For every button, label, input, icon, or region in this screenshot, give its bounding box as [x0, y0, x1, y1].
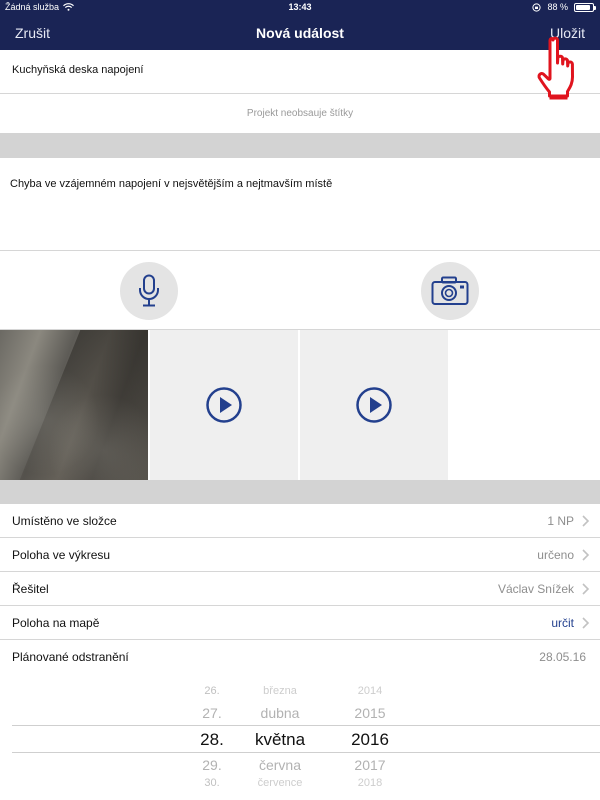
row-label: Poloha ve výkresu [12, 548, 111, 562]
rotation-lock-icon [532, 2, 542, 12]
picker-selected-option[interactable]: 2016 [335, 730, 405, 750]
folder-row[interactable]: Umístěno ve složce 1 NP [0, 504, 600, 538]
chevron-right-icon [582, 617, 590, 629]
chevron-right-icon [582, 583, 590, 595]
picker-option[interactable]: 2015 [335, 705, 405, 721]
take-photo-button[interactable] [421, 262, 479, 320]
tags-row[interactable]: Projekt neobsauje štítky [0, 95, 600, 133]
picker-option[interactable]: července [240, 777, 320, 789]
media-thumbnails [0, 330, 600, 480]
battery-percent: 88 % [547, 2, 568, 12]
photo-thumbnail[interactable] [0, 330, 150, 480]
pointing-hand-icon [537, 36, 574, 100]
video-thumbnail[interactable] [300, 330, 450, 480]
detail-list: Umístěno ve složce 1 NP Poloha ve výkres… [0, 504, 600, 674]
record-audio-button[interactable] [120, 262, 178, 320]
play-icon [356, 387, 392, 423]
status-time: 13:43 [288, 2, 312, 12]
event-name-value: Kuchyňská deska napojení [12, 64, 144, 76]
description-text: Chyba ve vzájemném napojení v nejsvětějš… [10, 178, 333, 190]
date-picker[interactable]: 26. 27. 28. 29. 30. března dubna května … [0, 676, 600, 800]
map-position-row[interactable]: Poloha na mapě určit [0, 606, 600, 640]
picker-option[interactable]: 30. [182, 777, 242, 789]
picker-option[interactable]: 27. [182, 705, 242, 721]
picker-option[interactable]: června [240, 757, 320, 773]
row-label: Umístěno ve složce [12, 514, 117, 528]
empty-thumbnail-slot [450, 330, 600, 480]
status-right: 88 % [532, 2, 596, 12]
microphone-icon [139, 274, 159, 307]
camera-icon [431, 276, 469, 305]
page-title: Nová událost [256, 25, 344, 41]
description-field[interactable]: Chyba ve vzájemném napojení v nejsvětějš… [0, 158, 600, 251]
media-actions [0, 252, 600, 330]
nav-bar: Zrušit Nová událost Uložit [0, 14, 600, 50]
picker-option[interactable]: 26. [182, 685, 242, 697]
event-name-field[interactable]: Kuchyňská deska napojení [0, 50, 600, 94]
row-value-link[interactable]: určit [551, 616, 574, 630]
assignee-row[interactable]: Řešitel Václav Snížek [0, 572, 600, 606]
chevron-right-icon [582, 515, 590, 527]
row-label: Plánované odstranění [12, 650, 129, 664]
row-value: Václav Snížek [497, 582, 574, 596]
row-value: určeno [537, 548, 574, 562]
picker-option[interactable]: 2014 [335, 685, 405, 697]
drawing-position-row[interactable]: Poloha ve výkresu určeno [0, 538, 600, 572]
picker-divider [12, 725, 600, 726]
picker-divider [12, 752, 600, 753]
picker-selected-option[interactable]: 28. [182, 730, 242, 750]
battery-fill [576, 4, 591, 10]
status-bar: Žádná služba 13:43 88 % [0, 0, 600, 14]
battery-icon [574, 2, 596, 12]
row-value: 28.05.16 [539, 650, 586, 664]
picker-selected-option[interactable]: května [240, 730, 320, 750]
tags-placeholder: Projekt neobsauje štítky [246, 108, 354, 119]
row-value: 1 NP [547, 514, 574, 528]
picker-option[interactable]: 2018 [335, 777, 405, 789]
section-separator [0, 133, 600, 158]
play-icon [206, 387, 242, 423]
picker-option[interactable]: dubna [240, 705, 320, 721]
row-label: Poloha na mapě [12, 616, 100, 630]
video-thumbnail[interactable] [150, 330, 300, 480]
section-separator [0, 480, 600, 504]
picker-option[interactable]: 29. [182, 757, 242, 773]
row-label: Řešitel [12, 582, 49, 596]
picker-option[interactable]: března [240, 685, 320, 697]
chevron-right-icon [582, 549, 590, 561]
picker-option[interactable]: 2017 [335, 757, 405, 773]
planned-removal-row[interactable]: Plánované odstranění 28.05.16 [0, 640, 600, 674]
